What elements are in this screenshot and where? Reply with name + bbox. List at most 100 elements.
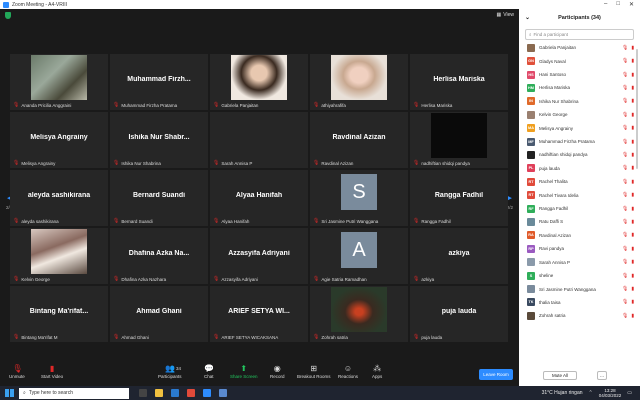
participant-list-item[interactable]: RP Ravi pandya 🎙 ▮ xyxy=(519,242,640,255)
muted-mic-icon[interactable]: 🎙 xyxy=(622,232,628,238)
breakout-rooms-button[interactable]: ⊞ Breakout Rooms xyxy=(297,365,331,380)
taskbar-search-input[interactable]: ⌕ Type here to search xyxy=(19,387,129,399)
participant-list-item[interactable]: GN Gladys Naval 🎙 ▮ xyxy=(519,54,640,67)
windows-start-icon[interactable] xyxy=(5,389,14,397)
participant-list-item[interactable]: RT Rachel Tivara Idelia 🎙 ▮ xyxy=(519,188,640,201)
reactions-button[interactable]: ☺ Reactions xyxy=(338,365,358,380)
weather-status[interactable]: 31°C Hujan ringan xyxy=(542,390,583,396)
participant-tile[interactable]: Ahmad Ghani 🎙 Ahmad Ghani xyxy=(110,286,208,342)
chrome-browser-icon[interactable] xyxy=(187,389,195,397)
participant-list-item[interactable]: MA Melisya Angrainy 🎙 ▮ xyxy=(519,121,640,134)
muted-mic-icon[interactable]: 🎙 xyxy=(622,273,628,279)
task-view-icon[interactable] xyxy=(139,389,147,397)
participant-tile[interactable]: Ishika Nur Shabr... 🎙 Ishika Nur Shabrina xyxy=(110,112,208,168)
participant-tile[interactable]: Alyaa Hanifah 🎙 Alyaa Hanifah xyxy=(210,170,308,226)
record-button[interactable]: ◉ Record xyxy=(270,365,285,380)
participant-search-input[interactable]: ⌕ Find a participant xyxy=(525,29,634,40)
participant-tile[interactable]: 🎙 Zohrah satria xyxy=(310,286,408,342)
participant-status-icons: 🎙 ▮ xyxy=(622,259,640,265)
participant-list-item[interactable]: RA Ravdinal Azizan 🎙 ▮ xyxy=(519,229,640,242)
muted-mic-icon[interactable]: 🎙 xyxy=(622,192,628,198)
participant-tile[interactable]: S 🎙 Sri Jasmine Putri Wanggana xyxy=(310,170,408,226)
participant-list-item[interactable]: HM Herlisa Mariska 🎙 ▮ xyxy=(519,81,640,94)
muted-mic-icon[interactable]: 🎙 xyxy=(622,206,628,212)
participant-tile[interactable]: Muhammad Firzh... 🎙 Muhammad Firzha Pratam… xyxy=(110,54,208,110)
share-screen-button[interactable]: ⬆ Share Screen xyxy=(230,365,258,380)
unmute-button[interactable]: 🎙 Unmute xyxy=(9,365,25,380)
apps-button[interactable]: ⁂ Apps xyxy=(372,365,382,380)
participant-list-item[interactable]: Sri Jasmine Putri Wanggana 🎙 ▮ xyxy=(519,282,640,295)
view-button[interactable]: ▦ View xyxy=(497,12,514,18)
participant-tile[interactable]: Ravdinal Azizan 🎙 Ravdinal Azizan xyxy=(310,112,408,168)
participant-tile[interactable]: 🎙 Sarah Annisa P xyxy=(210,112,308,168)
muted-mic-icon[interactable]: 🎙 xyxy=(622,313,628,319)
participant-list-item[interactable]: Ratu Daffi S 🎙 ▮ xyxy=(519,215,640,228)
participant-list-item[interactable]: Sarah Annisa P 🎙 ▮ xyxy=(519,256,640,269)
participant-tile[interactable]: 🎙 Kelvin George xyxy=(10,228,108,284)
zoom-taskbar-icon[interactable] xyxy=(203,389,211,397)
participant-list-item[interactable]: PL puja lauda 🎙 ▮ xyxy=(519,162,640,175)
notifications-icon[interactable]: ▭ xyxy=(627,390,632,396)
muted-mic-icon[interactable]: 🎙 xyxy=(622,286,628,292)
participant-tile[interactable]: Bintang Ma'rifat... 🎙 Bintang Ma'rifat M xyxy=(10,286,108,342)
participant-tile[interactable]: Bernard Suandi 🎙 Bernard Suandi xyxy=(110,170,208,226)
muted-mic-icon[interactable]: 🎙 xyxy=(622,85,628,91)
leave-room-button[interactable]: Leave Room xyxy=(479,369,513,380)
participant-list-item[interactable]: TK thalia taisa 🎙 ▮ xyxy=(519,296,640,309)
muted-mic-icon[interactable]: 🎙 xyxy=(622,259,628,265)
participant-list-item[interactable]: Ssheline 🎙 ▮ xyxy=(519,269,640,282)
muted-mic-icon[interactable]: 🎙 xyxy=(622,58,628,64)
encryption-shield-icon[interactable] xyxy=(5,12,11,19)
participant-list-item[interactable]: Kelvin George 🎙 ▮ xyxy=(519,108,640,121)
participant-list-item[interactable]: nadhiftian shidqi pandya 🎙 ▮ xyxy=(519,148,640,161)
clock[interactable]: 13:28 04/03/2022 xyxy=(599,388,622,398)
participant-list-scrollbar[interactable] xyxy=(636,49,638,169)
participant-tile[interactable]: Azzasyifa Adriyani 🎙 Azzasyifa Adriyani xyxy=(210,228,308,284)
participant-tile[interactable]: 🎙 Gabriela Panjaitan xyxy=(210,54,308,110)
participant-tile[interactable]: azkiya 🎙 azkiya xyxy=(410,228,508,284)
participant-tile[interactable]: ARIEF SETYA WI... 🎙 ARIEF SETYA WICAKSANA xyxy=(210,286,308,342)
muted-mic-icon[interactable]: 🎙 xyxy=(622,246,628,252)
chat-button[interactable]: 💬 Chat xyxy=(204,365,214,380)
participant-list-item[interactable]: IN Ishika Nur Shabrina 🎙 ▮ xyxy=(519,95,640,108)
muted-mic-icon[interactable]: 🎙 xyxy=(622,152,628,158)
participant-tile[interactable]: 🎙 Ananda Pricilia Anggraini xyxy=(10,54,108,110)
network-icon[interactable]: ⌃ xyxy=(589,390,593,396)
minimize-button[interactable]: – xyxy=(604,1,607,8)
edge-browser-icon[interactable] xyxy=(171,389,179,397)
participant-tile[interactable]: Melisya Angrainy 🎙 Melisya Angrainy xyxy=(10,112,108,168)
more-options-button[interactable]: ... xyxy=(597,371,607,380)
close-button[interactable]: ✕ xyxy=(629,1,634,8)
participant-list-avatar xyxy=(527,258,535,267)
participant-tile[interactable]: 🎙 nadhiftian shidqi pandya xyxy=(410,112,508,168)
participant-list-item[interactable]: Zohrah satria 🎙 ▮ xyxy=(519,309,640,322)
muted-mic-icon[interactable]: 🎙 xyxy=(622,165,628,171)
muted-mic-icon[interactable]: 🎙 xyxy=(622,299,628,305)
file-explorer-icon[interactable] xyxy=(155,389,163,397)
muted-mic-icon[interactable]: 🎙 xyxy=(622,45,628,51)
participant-tile[interactable]: Dhafina Azka Na... 🎙 Dhafina Azka Nazhara xyxy=(110,228,208,284)
start-video-button[interactable]: ▮ Start Video xyxy=(41,365,63,380)
participant-tile[interactable]: A 🎙 Agie Satria Ramadhan xyxy=(310,228,408,284)
store-icon[interactable] xyxy=(219,389,227,397)
participant-tile[interactable]: puja lauda 🎙 puja lauda xyxy=(410,286,508,342)
muted-mic-icon[interactable]: 🎙 xyxy=(622,219,628,225)
muted-mic-icon[interactable]: 🎙 xyxy=(622,139,628,145)
mute-all-button[interactable]: Mute All xyxy=(543,371,577,380)
muted-mic-icon[interactable]: 🎙 xyxy=(622,98,628,104)
muted-mic-icon[interactable]: 🎙 xyxy=(622,112,628,118)
muted-mic-icon[interactable]: 🎙 xyxy=(622,72,628,78)
participant-list-item[interactable]: Gabriela Panjaitan 🎙 ▮ xyxy=(519,41,640,54)
participant-list-item[interactable]: RT Rachel Thalita 🎙 ▮ xyxy=(519,175,640,188)
participant-tile[interactable]: 🎙 athiyahrafifa xyxy=(310,54,408,110)
collapse-chevron-icon[interactable]: ⌄ xyxy=(525,14,530,21)
muted-mic-icon[interactable]: 🎙 xyxy=(622,179,628,185)
participant-tile[interactable]: Rangga Fadhil 🎙 Rangga Fadhil xyxy=(410,170,508,226)
participant-tile[interactable]: aleyda sashikirana 🎙 aleyda sashikirana xyxy=(10,170,108,226)
maximize-button[interactable]: □ xyxy=(616,1,620,8)
participant-list-item[interactable]: MF Muhammad Firzha Pratama 🎙 ▮ xyxy=(519,135,640,148)
participant-list-item[interactable]: HS Hani Santoso 🎙 ▮ xyxy=(519,68,640,81)
muted-mic-icon[interactable]: 🎙 xyxy=(622,125,628,131)
participant-list-item[interactable]: RF Rangga Fadhil 🎙 ▮ xyxy=(519,202,640,215)
participant-tile[interactable]: Herlisa Mariska 🎙 Herlisa Mariska xyxy=(410,54,508,110)
